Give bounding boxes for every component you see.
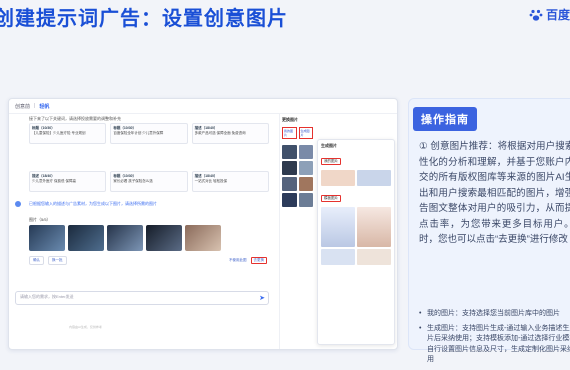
thumb-5[interactable] [185,225,221,251]
suggestion-card[interactable]: 标题（10/30） 百度保险全年计划 少儿意外保障 [110,123,188,144]
tab-gen-images[interactable]: 生成图片 [298,127,313,139]
app-screenshot: 创意前 | 轻帆 接下来了以下关键词，请选择投放需要的调整和补充 标题（10/3… [8,98,398,350]
guide-item: 生成图片：支持图片生成-通过输入业务描述生成图片后采纳使用；支持模板添加-通过选… [419,324,570,366]
thumb[interactable] [282,145,297,159]
thumb-1[interactable] [29,225,65,251]
suggestion-card[interactable]: 标题（10/30） 家长必看 孩子保险怎么选 [110,171,188,192]
chat-area: 接下来了以下关键词，请选择投放需要的调整和补充 标题（10/30） 【儿童保险】少… [9,113,277,349]
replace-panel-title: 更换图片 [282,117,298,122]
app-tab-b[interactable]: 轻帆 [39,103,49,110]
replace-thumbs [282,145,313,207]
replace-link[interactable]: 去更换 [250,257,267,264]
gen-grid-a [321,170,391,186]
suggestion-card[interactable]: 描述（18/40） 一站式对比 轻松投保 [191,171,269,192]
guide-card: 操作指南 ① 创意图片推荐：将根据对用户搜索个性化的分析和理解，并基于您账户内提… [408,98,570,363]
app-topbar: 创意前 | 轻帆 [9,99,397,114]
tab-my-images[interactable]: 我的图片 [282,127,297,139]
thumb[interactable] [357,207,391,247]
thumb[interactable] [282,177,297,191]
card-text: 家长必看 孩子保险怎么选 [113,179,153,183]
card-text: 【儿童保险】少儿医疗险 专业规划 [32,131,86,135]
chat-input-placeholder: 请输入您的需求，按Enter发送 [20,294,74,299]
guide-header: 操作指南 [413,107,477,131]
images-label: 图片（5/5） [29,217,51,222]
suggestion-card[interactable]: 标题（10/30） 【儿童保险】少儿医疗险 专业规划 [29,123,107,144]
card-text: 一站式对比 轻松投保 [194,179,228,183]
send-icon[interactable]: ➤ [259,294,265,302]
guide-list: 我的图片：支持选择您当前图片库中的图片 生成图片：支持图片生成-通过输入业务描述… [419,309,570,370]
brand-text: 百度 [545,8,570,22]
thumb[interactable] [298,193,313,207]
chat-input[interactable]: 请输入您的需求，按Enter发送 ➤ [15,291,269,305]
generate-panel-title: 生成图片 [321,143,337,148]
thumb-4[interactable] [146,225,182,251]
thumb[interactable] [321,207,355,247]
replace-tabs: 我的图片 生成图片 [282,127,313,139]
slide-title: 创建提示词广告：设置创意图片 [0,8,288,30]
card-text: 少儿意外医疗 保费低 保障高 [32,179,76,183]
thumb-3[interactable] [107,225,143,251]
image-right-actions: 不使用此图 去更换 [229,257,267,264]
thumb-2[interactable] [68,225,104,251]
image-actions: 确认 换一批 [29,256,67,265]
thumb[interactable] [321,170,355,186]
image-thumbnails [29,225,221,251]
guide-item: 我的图片：支持选择您当前图片库中的图片 [419,309,570,320]
thumb[interactable] [298,177,313,191]
footer-note: 内容由AI生成，仅供参考 [69,325,102,329]
replace-panel: 更换图片 我的图片 生成图片 [279,113,315,349]
thumb[interactable] [357,170,391,186]
confirm-button[interactable]: 确认 [29,256,44,265]
app-tab-a[interactable]: 创意前 [15,103,30,110]
thumb[interactable] [357,249,391,265]
gen-label-template[interactable]: 模板图片 [321,195,341,202]
thumb[interactable] [282,193,297,207]
assistant-avatar [15,201,21,207]
suggestion-cards: 标题（10/30） 【儿童保险】少儿医疗险 专业规划 标题（10/30） 百度保险全年… [29,123,269,144]
card-text: 百度保险全年计划 少儿意外保障 [113,131,164,135]
suggestion-card[interactable]: 描述（18/40） 多款产品可选 保障全面 免费咨询 [191,123,269,144]
unused-link[interactable]: 不使用此图 [229,258,247,263]
suggestion-cards-2: 描述（18/40） 少儿意外医疗 保费低 保障高 标题（10/30） 家长必看 孩子保… [29,171,269,192]
thumb[interactable] [282,161,297,175]
guide-body: ① 创意图片推荐：将根据对用户搜索个性化的分析和理解，并基于您账户内提交的所有版… [419,141,570,245]
intro-text: 接下来了以下关键词，请选择投放需要的调整和补充 [29,116,121,121]
thumb[interactable] [298,161,313,175]
thumb[interactable] [298,145,313,159]
card-text: 多款产品可选 保障全面 免费咨询 [194,131,246,135]
generate-panel: 生成图片 我的图片 模板图片 [317,139,395,345]
baidu-paw-icon [529,9,543,21]
regen-button[interactable]: 换一批 [48,256,67,265]
image-prompt: 已根据您输入的描述与广告素材，为您生成以下图片，请选择所需的图片 [29,201,157,206]
gen-grid-b [321,207,391,265]
thumb[interactable] [321,249,355,265]
gen-label-mine[interactable]: 我的图片 [321,158,341,165]
brand-logo: 百度 [529,6,570,23]
suggestion-card[interactable]: 描述（18/40） 少儿意外医疗 保费低 保障高 [29,171,107,192]
